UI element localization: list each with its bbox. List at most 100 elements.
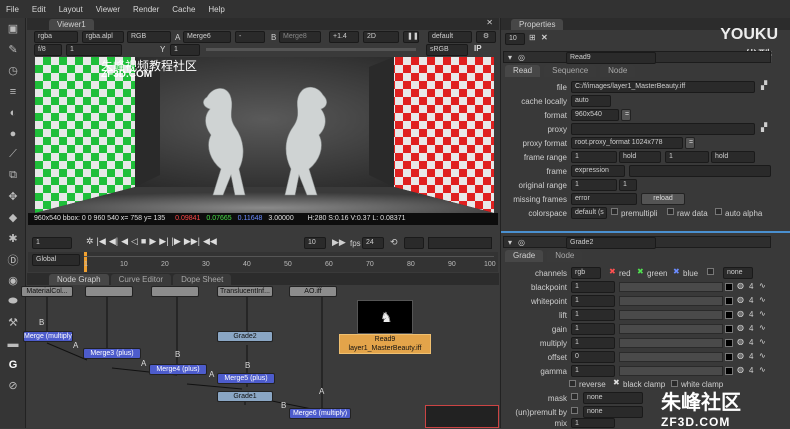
menu-cache[interactable]: Cache	[172, 5, 195, 14]
row-slider[interactable]	[619, 310, 723, 320]
menu-file[interactable]: File	[6, 5, 19, 14]
cache-icon[interactable]: ✲	[86, 236, 94, 247]
node-merge-multiply[interactable]: Merge (multiply)	[23, 331, 73, 342]
merge-icon[interactable]: ⧉	[0, 165, 26, 186]
read9-name-field[interactable]: Read9	[566, 52, 656, 64]
colorspace-select[interactable]: default (s	[571, 207, 607, 219]
node-merge4[interactable]: Merge4 (plus)	[149, 364, 207, 375]
play-icon[interactable]: ▶	[149, 236, 156, 247]
row-slider[interactable]	[619, 282, 723, 292]
reload-button[interactable]: reload	[641, 193, 685, 205]
keyer-icon[interactable]: ⟋	[0, 144, 26, 165]
gizmo-icon[interactable]: G	[0, 354, 26, 375]
node-top-4[interactable]: TranslucentInf...	[217, 286, 273, 297]
max-panels-field[interactable]: 10	[505, 33, 525, 45]
alpha-channel-select[interactable]: none	[723, 267, 753, 279]
row-value-field[interactable]: 1	[571, 337, 615, 349]
wipe-select[interactable]: -	[235, 31, 265, 43]
a-input-select[interactable]: Merge6	[183, 31, 231, 43]
node-top-5[interactable]: AO.iff	[289, 286, 337, 297]
tab-dope-sheet[interactable]: Dope Sheet	[173, 274, 232, 285]
display-select[interactable]: RGB	[127, 31, 171, 43]
toolsets-icon[interactable]: ⚒	[0, 312, 26, 333]
row-slider[interactable]	[619, 352, 723, 362]
channels-select[interactable]: rgba	[34, 31, 78, 43]
animation-icon[interactable]: ∿	[759, 281, 766, 290]
row-slider[interactable]	[619, 324, 723, 334]
node-grade2[interactable]: Grade2	[217, 331, 273, 342]
cache-select[interactable]: auto	[571, 95, 611, 107]
folder-icon[interactable]: ▞	[761, 123, 767, 132]
deep-icon[interactable]: Ⓓ	[0, 249, 26, 270]
proxy-field[interactable]	[571, 123, 755, 135]
auto-alpha-checkbox[interactable]	[715, 208, 722, 215]
color-wheel-icon[interactable]: ◍	[737, 337, 744, 346]
fps-field[interactable]: 24	[362, 237, 384, 249]
color-wheel-icon[interactable]: ◍	[737, 351, 744, 360]
pause-icon[interactable]: ❚❚	[403, 31, 419, 43]
tab-sequence[interactable]: Sequence	[544, 65, 597, 77]
node-graph-navigator[interactable]	[425, 405, 499, 428]
channel-icon[interactable]: ≡	[0, 81, 26, 102]
node-color-icon[interactable]: ◎	[518, 238, 525, 247]
read9-thumbnail[interactable]: ♞	[357, 300, 413, 334]
node-read9[interactable]: Read9 layer1_MasterBeauty.iff	[339, 334, 431, 354]
animation-icon[interactable]: ∿	[759, 337, 766, 346]
reverse-checkbox[interactable]	[569, 380, 576, 387]
viewer-canvas[interactable]: 朱峰视频教程社区 ZF3D.COM	[35, 57, 494, 213]
cube-icon[interactable]: ◆	[0, 207, 26, 228]
transform-icon[interactable]: ✥	[0, 186, 26, 207]
color-swatch[interactable]	[725, 311, 733, 319]
clock-icon[interactable]: ◷	[0, 60, 26, 81]
green-check-icon[interactable]: ✖	[637, 267, 644, 276]
frame-mode-select[interactable]: expression	[571, 165, 625, 177]
tab-grade[interactable]: Grade	[505, 250, 544, 262]
node-merge3[interactable]: Merge3 (plus)	[83, 348, 141, 359]
blue-check-icon[interactable]: ✖	[673, 267, 680, 276]
node-color-icon[interactable]: ◎	[518, 53, 525, 62]
color-swatch[interactable]	[725, 325, 733, 333]
next-frame-icon[interactable]: ▶|	[159, 236, 168, 247]
black-clamp-check-icon[interactable]: ✖	[613, 378, 620, 387]
play-back-icon[interactable]: ◁	[131, 236, 138, 247]
node-merge6[interactable]: Merge6 (multiply)	[289, 408, 351, 419]
alpha-checkbox[interactable]	[707, 268, 714, 275]
next-keyframe-icon[interactable]: |▶	[172, 236, 181, 247]
raw-data-checkbox[interactable]	[667, 208, 674, 215]
tab-node-graph[interactable]: Node Graph	[49, 274, 109, 285]
mode-select[interactable]: 2D	[363, 31, 399, 43]
frame-start-mode-select[interactable]: hold	[619, 151, 661, 163]
color-wheel-icon[interactable]: ◍	[737, 281, 744, 290]
help-icon[interactable]: ⊘	[0, 375, 26, 396]
row-value-field[interactable]: 1	[571, 323, 615, 335]
unpremult-select[interactable]: none	[583, 406, 643, 418]
missing-frames-select[interactable]: error	[571, 193, 637, 205]
orig-start-field[interactable]: 1	[571, 179, 617, 191]
mask-select[interactable]: none	[583, 392, 643, 404]
row-value-field[interactable]: 1	[571, 365, 615, 377]
prev-frame-icon[interactable]: ◀	[121, 236, 128, 247]
orig-end-field[interactable]: 1	[619, 179, 637, 191]
animation-icon[interactable]: ∿	[759, 365, 766, 374]
row-value-field[interactable]: 1	[571, 281, 615, 293]
proxy-format-select[interactable]: root.proxy_format 1024x778	[571, 137, 683, 149]
tab-node[interactable]: Node	[600, 65, 636, 77]
timeline[interactable]: Global 1 10 20 30 40 50 60 70 80 90 100	[28, 252, 498, 272]
particles-icon[interactable]: ✱	[0, 228, 26, 249]
image-icon[interactable]: ▣	[0, 18, 26, 39]
sphere-icon[interactable]: ●	[0, 123, 26, 144]
color-wheel-icon[interactable]: ◍	[737, 309, 744, 318]
settings-icon[interactable]: ⚙	[476, 31, 496, 43]
range-mode-select[interactable]: Global	[32, 254, 80, 266]
tab-curve-editor[interactable]: Curve Editor	[110, 274, 172, 285]
grade2-name-field[interactable]: Grade2	[566, 237, 656, 249]
menu-render[interactable]: Render	[133, 5, 159, 14]
end-frame-field[interactable]	[404, 237, 424, 249]
menu-edit[interactable]: Edit	[32, 5, 46, 14]
unpremult-checkbox[interactable]	[571, 407, 578, 414]
tab-properties[interactable]: Properties	[511, 19, 564, 30]
tab-node[interactable]: Node	[547, 250, 583, 262]
zoom-select[interactable]: +1.4	[329, 31, 359, 43]
color-swatch[interactable]	[725, 297, 733, 305]
close-all-icon[interactable]: ✕	[541, 33, 548, 42]
